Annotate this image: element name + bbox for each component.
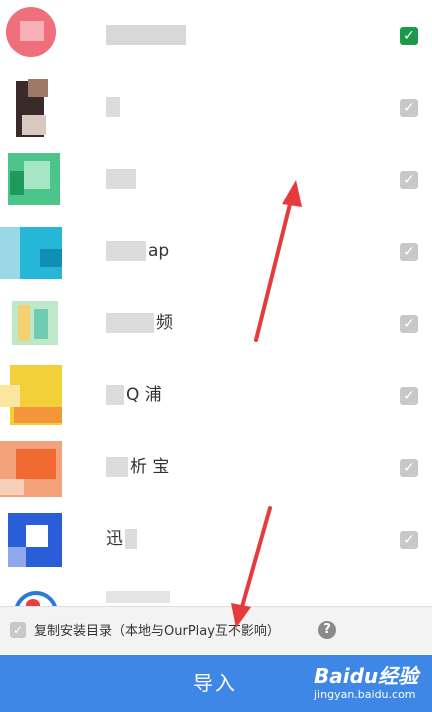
app-row[interactable]: 迅 ✓ [0,504,432,576]
watermark-url: jingyan.baidu.com [314,688,416,701]
app-row-partial[interactable] [0,576,432,606]
baidu-watermark: Baidu经验 jingyan.baidu.com [300,660,425,710]
app-name [102,584,172,606]
app-row[interactable]: ✓ [0,0,432,72]
app-name: ap [102,238,169,264]
app-row[interactable]: 频 ✓ [0,288,432,360]
help-icon[interactable]: ? [318,621,336,639]
import-button[interactable]: 导入 [160,667,270,699]
app-row[interactable]: Q 浦 ✓ [0,360,432,432]
app-icon [0,75,62,137]
app-icon [0,219,62,281]
app-list: ✓ ✓ ✓ ap ✓ 频 ✓ Q 浦 ✓ 析 宝 ✓ 迅 ✓ [0,0,432,606]
copy-install-dir-checkbox[interactable]: ✓ [10,622,26,638]
app-row[interactable]: 析 宝 ✓ [0,432,432,504]
app-checkbox[interactable]: ✓ [400,27,418,45]
app-name: Q 浦 [102,382,162,408]
watermark-logo: Baidu经验 [314,664,419,688]
app-row[interactable]: ap ✓ [0,216,432,288]
app-icon [0,579,62,606]
app-checkbox[interactable]: ✓ [400,459,418,477]
app-name: 析 宝 [102,454,169,480]
app-name: 迅 [102,526,139,552]
app-checkbox[interactable]: ✓ [400,171,418,189]
app-icon [0,147,62,209]
app-checkbox[interactable]: ✓ [400,243,418,261]
app-checkbox[interactable]: ✓ [400,387,418,405]
app-icon [0,291,62,353]
app-name [102,94,122,120]
app-name [102,166,138,192]
app-checkbox[interactable]: ✓ [400,315,418,333]
app-icon [0,435,62,497]
app-name: 频 [102,310,173,336]
app-checkbox[interactable]: ✓ [400,99,418,117]
app-icon [0,363,62,425]
app-row[interactable]: ✓ [0,144,432,216]
app-row[interactable]: ✓ [0,72,432,144]
copy-install-dir-label: 复制安装目录（本地与OurPlay互不影响） [34,624,280,639]
copy-install-dir-option[interactable]: ✓ 复制安装目录（本地与OurPlay互不影响） ? [0,606,432,655]
app-name [102,22,188,48]
app-checkbox[interactable]: ✓ [400,531,418,549]
app-icon [0,507,62,569]
app-icon [0,3,62,65]
